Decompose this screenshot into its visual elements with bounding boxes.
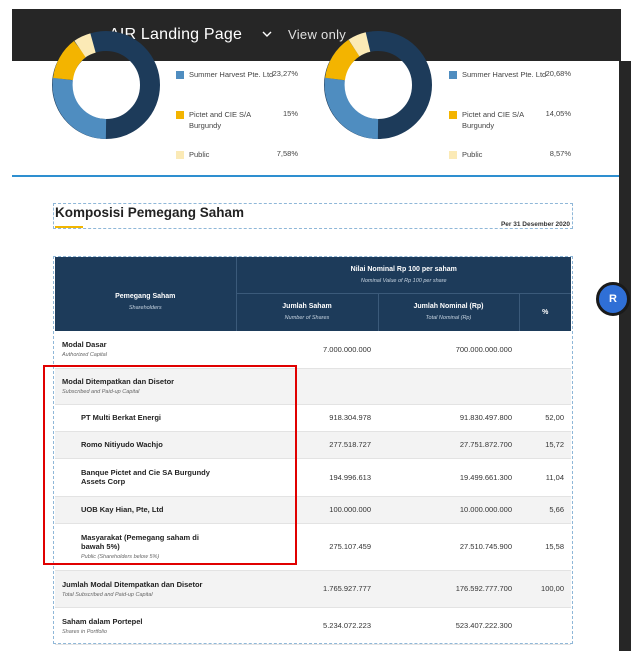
- legend-item: Pictet and CIE S/A Burgundy 14,05%: [449, 109, 579, 133]
- header-nominal: Jumlah Nominal (Rp) Total Nominal (Rp): [378, 293, 520, 331]
- legend-percent: 15%: [282, 109, 298, 118]
- table-row: Jumlah Modal Ditempatkan dan Disetor Tota…: [55, 570, 571, 608]
- legend-swatch: [449, 111, 457, 119]
- section-title: Komposisi Pemegang Saham: [55, 205, 245, 220]
- legend-percent: 20,68%: [545, 69, 571, 78]
- table-row: Modal Dasar Authorized Capital 7.000.000.…: [55, 331, 571, 369]
- per-date-label: Per 31 Desember 2020: [500, 221, 570, 228]
- highlight-annotation: [43, 365, 297, 565]
- legend-item: Summer Harvest Pte. Ltd 23,27%: [176, 69, 306, 93]
- legend-swatch: [449, 71, 457, 79]
- donut-charts-section: Summer Harvest Pte. Ltd 23,27% Pictet an…: [12, 31, 619, 175]
- legend-percent: 8,57%: [549, 149, 571, 158]
- legend-item: Pictet and CIE S/A Burgundy 15%: [176, 109, 306, 133]
- header-percent: %: [519, 293, 571, 331]
- legend-percent: 7,58%: [276, 149, 298, 158]
- legend-percent: 14,05%: [545, 109, 571, 118]
- donut-chart-2: [324, 31, 432, 139]
- legend-percent: 23,27%: [272, 69, 298, 78]
- header-shares: Jumlah Saham Number of Shares: [236, 293, 379, 331]
- legend-item: Public 8,57%: [449, 149, 579, 163]
- legend-item: Public 7,58%: [176, 149, 306, 163]
- donut-chart-1: [52, 31, 160, 139]
- table-row: Saham dalam Portepel Shares in Portfolio …: [55, 607, 571, 645]
- legend-swatch: [176, 71, 184, 79]
- legend-swatch: [176, 151, 184, 159]
- chevron-down-icon[interactable]: [260, 27, 274, 41]
- header-nominal-group: Nilai Nominal Rp 100 per saham Nominal V…: [236, 257, 571, 294]
- title-underline: [55, 226, 83, 228]
- window-edge: [619, 61, 631, 651]
- avatar[interactable]: R: [596, 282, 630, 316]
- legend-swatch: [449, 151, 457, 159]
- legend-item: Summer Harvest Pte. Ltd 20,68%: [449, 69, 579, 93]
- header-shareholder: Pemegang Saham Shareholders: [55, 257, 237, 331]
- legend-swatch: [176, 111, 184, 119]
